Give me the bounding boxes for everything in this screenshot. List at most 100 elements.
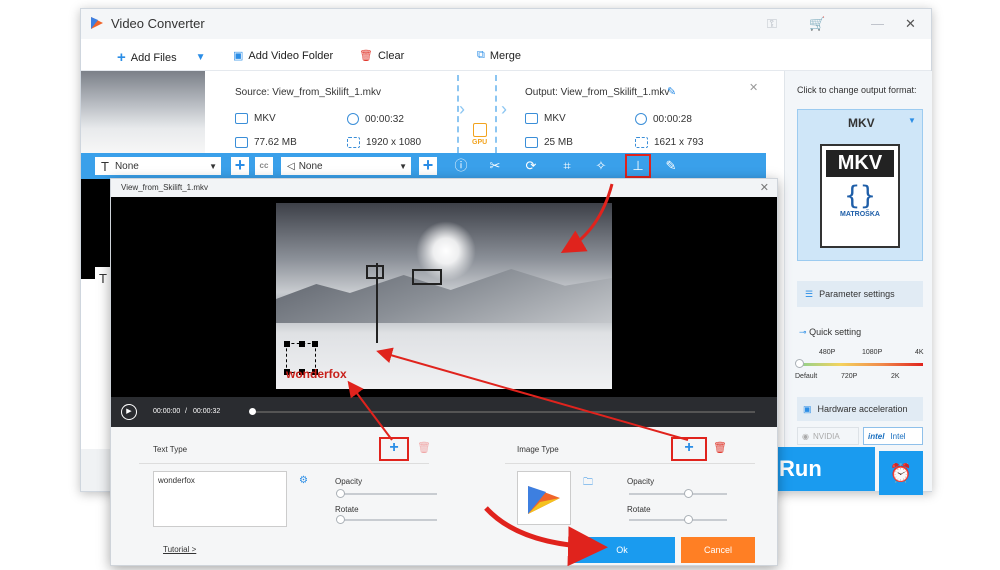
chairlift-2 — [412, 269, 442, 285]
image-rotate-knob[interactable] — [684, 515, 693, 524]
ok-button[interactable]: Ok — [569, 537, 675, 563]
quality-default: Default — [795, 373, 818, 380]
text-rotate-slider[interactable] — [339, 519, 437, 521]
play-button[interactable]: ▶ — [121, 404, 137, 420]
image-watermark-preview[interactable] — [517, 471, 571, 525]
effects-wand-icon[interactable]: ✧ — [593, 158, 609, 174]
chevron-down-icon[interactable]: ▼ — [196, 52, 206, 63]
dialog-title: View_from_Skilift_1.mkv — [121, 183, 208, 192]
hardware-acceleration-label: Hardware acceleration — [817, 404, 908, 414]
text-icon: T — [101, 158, 109, 174]
gpu-chip-icon — [473, 123, 487, 137]
add-files-label: Add Files — [130, 51, 177, 64]
edit-pencil-icon[interactable]: ✎ — [667, 85, 676, 98]
add-audio-button[interactable]: + — [419, 156, 437, 175]
hardware-acceleration-button[interactable]: ▣ Hardware acceleration — [797, 397, 923, 421]
wonderfox-logo-icon — [528, 486, 560, 514]
out-format: MKV — [525, 113, 566, 124]
tutorial-link[interactable]: Tutorial > — [163, 545, 196, 554]
braces-icon: {} — [844, 181, 876, 211]
out-duration: 00:00:28 — [635, 113, 692, 125]
time-total: 00:00:32 — [193, 408, 221, 415]
image-type-label: Image Type — [517, 445, 559, 454]
scissors-icon[interactable]: ✂ — [487, 158, 503, 174]
delete-text-icon[interactable]: 🗑 — [417, 441, 431, 454]
audio-value: None — [298, 160, 323, 172]
text-settings-gear-icon[interactable]: ⚙ — [299, 475, 308, 486]
text-rotate-knob[interactable] — [336, 515, 345, 524]
settings-sliders-icon: ☰ — [805, 288, 814, 299]
chevron-down-icon: ▼ — [209, 161, 217, 171]
intel-option[interactable]: intel Intel — [863, 427, 923, 445]
text-opacity-slider[interactable] — [339, 493, 437, 495]
clear-button[interactable]: 🗑 Clear — [359, 49, 404, 63]
text-opacity-knob[interactable] — [336, 489, 345, 498]
src-size: 77.62 MB — [235, 137, 297, 148]
mkv-logo: MKV {} MATROŠKA — [820, 144, 900, 248]
info-icon[interactable]: ⓘ — [453, 158, 469, 174]
add-video-folder-button[interactable]: ▣ Add Video Folder — [233, 49, 333, 63]
intel-logo-icon: intel — [868, 431, 885, 441]
rotate-icon[interactable]: ⟳ — [523, 158, 539, 174]
add-files-button[interactable]: + Add Files ▼ — [117, 49, 206, 66]
text-watermark-input[interactable]: wonderfox — [153, 471, 287, 527]
alarm-clock-button[interactable]: ⏰ — [879, 451, 923, 495]
chevron-down-icon: ▼ — [908, 116, 916, 125]
watermark-stamp-icon[interactable]: ⊥ — [625, 154, 651, 178]
dialog-close-button[interactable]: ✕ — [760, 181, 769, 194]
video-thumbnail[interactable] — [81, 71, 205, 153]
merge-button[interactable]: ⧉ Merge — [477, 49, 521, 62]
mkv-logo-text: MKV — [826, 150, 894, 177]
open-folder-icon[interactable]: 🗀 — [583, 475, 593, 492]
watermark-dialog: View_from_Skilift_1.mkv ✕ wonderfox ▶ 00… — [110, 178, 778, 566]
remove-file-icon[interactable]: ✕ — [749, 81, 758, 94]
cancel-button[interactable]: Cancel — [681, 537, 755, 563]
seek-bar[interactable] — [251, 411, 755, 413]
app-logo-icon — [91, 17, 103, 29]
main-toolbar: + Add Files ▼ ▣ Add Video Folder 🗑 Clear… — [81, 41, 931, 71]
add-image-watermark-button[interactable]: + — [671, 437, 707, 461]
format-selected: MKV — [848, 116, 875, 130]
folder-icon: ▣ — [233, 50, 244, 62]
output-format-selector[interactable]: MKV ▼ MKV {} MATROŠKA — [797, 109, 923, 261]
image-rotate-label: Rotate — [627, 505, 651, 514]
minimize-button[interactable]: — — [871, 16, 884, 31]
folder-icon — [525, 137, 538, 148]
add-subtitle-button[interactable]: + — [231, 156, 249, 175]
image-rotate-slider[interactable] — [629, 519, 727, 521]
quality-slider-knob[interactable] — [795, 359, 804, 368]
key-icon[interactable]: ⚿ — [767, 16, 777, 32]
seek-knob[interactable] — [249, 408, 256, 415]
src-duration: 00:00:32 — [347, 113, 404, 125]
crop-icon[interactable]: ⌗ — [559, 158, 575, 174]
delete-image-icon[interactable]: 🗑 — [713, 441, 727, 454]
quality-1080p: 1080P — [862, 349, 883, 356]
format-icon — [525, 113, 538, 124]
dialog-title-bar: View_from_Skilift_1.mkv ✕ — [111, 179, 777, 197]
add-text-watermark-button[interactable]: + — [379, 437, 409, 461]
merge-label: Merge — [489, 49, 522, 62]
run-button[interactable]: Run — [771, 447, 875, 491]
image-type-divider — [505, 463, 755, 464]
cart-icon[interactable]: 🛒 — [809, 16, 825, 32]
image-opacity-slider[interactable] — [629, 493, 727, 495]
time-separator: / — [185, 408, 187, 415]
parameter-settings-button[interactable]: ☰ Parameter settings — [797, 281, 923, 307]
edit-metadata-icon[interactable]: ✎ — [663, 158, 679, 174]
quality-slider[interactable] — [799, 363, 923, 366]
image-opacity-knob[interactable] — [684, 489, 693, 498]
nvidia-option[interactable]: ◉ NVIDIA — [797, 427, 859, 445]
subtitle-dropdown[interactable]: T None ▼ — [95, 157, 221, 175]
edit-toolbar: T None ▼ + cc ◁ None ▼ + ⓘ ✂ ⟳ ⌗ ✧ ⊥ ✎ — [81, 153, 766, 179]
speaker-icon: ◁ — [287, 160, 295, 172]
video-frame[interactable]: wonderfox — [276, 203, 612, 389]
cc-icon[interactable]: cc — [255, 157, 273, 175]
quality-480p: 480P — [819, 349, 836, 356]
nvidia-logo-icon: ◉ — [802, 431, 809, 441]
watermark-text-overlay[interactable]: wonderfox — [286, 367, 347, 381]
title-bar: Video Converter ⚿ 🛒 — ✕ — [81, 9, 931, 39]
text-icon: T — [95, 267, 111, 293]
audio-dropdown[interactable]: ◁ None ▼ — [281, 157, 411, 175]
quality-720p: 720P — [841, 373, 858, 380]
close-button[interactable]: ✕ — [905, 16, 916, 32]
